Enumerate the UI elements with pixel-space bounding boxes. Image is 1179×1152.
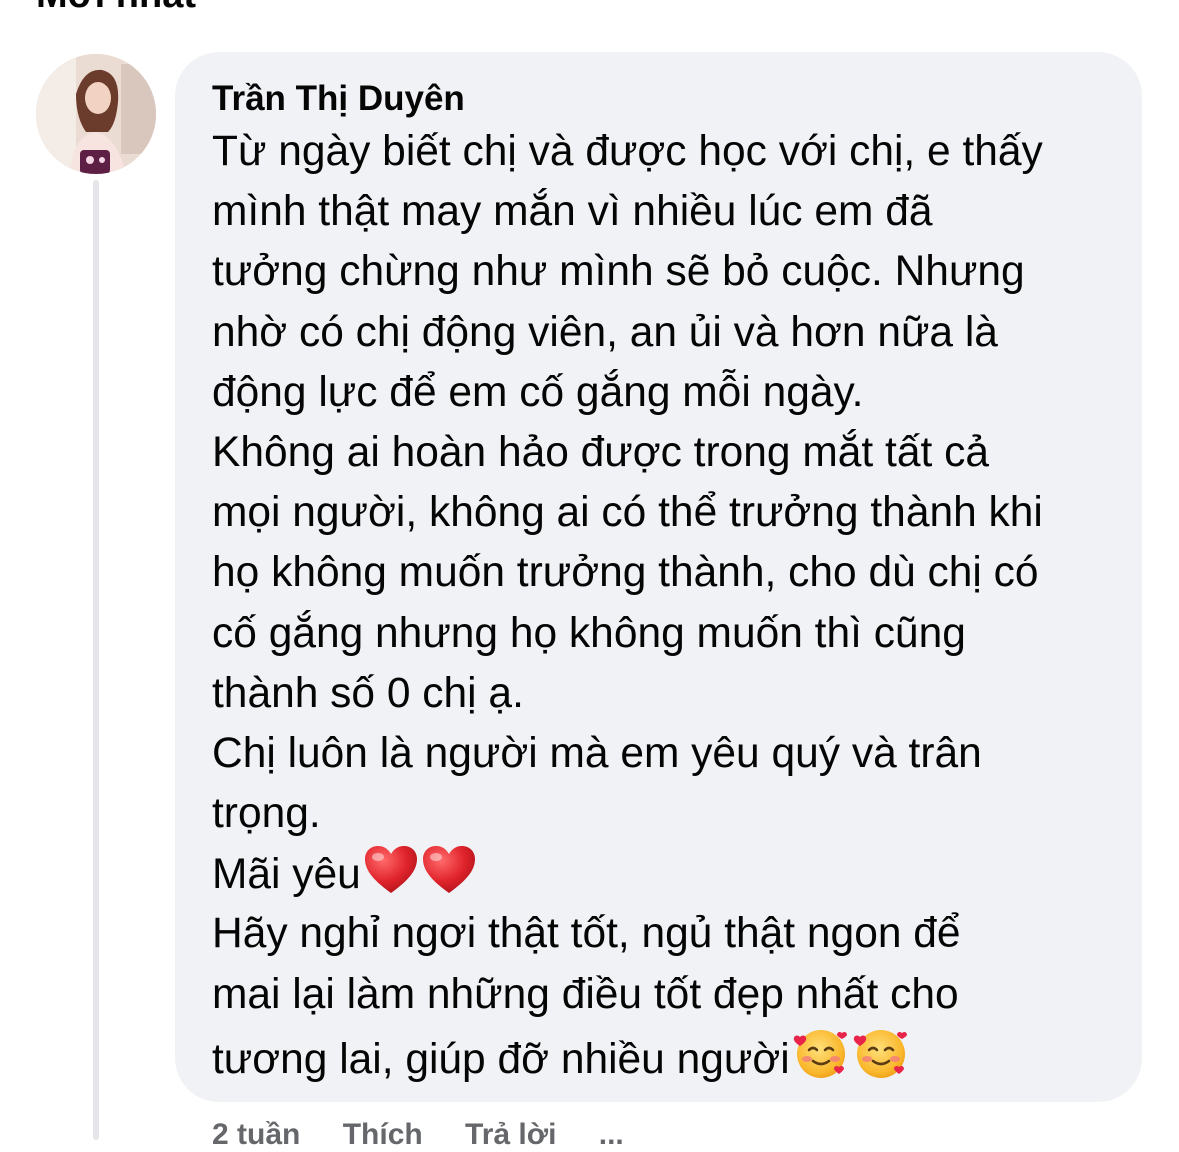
red-heart-icon (363, 844, 419, 896)
comment-line: Từ ngày biết chị và được học với chị, e … (212, 128, 1043, 175)
comment-line: tương lai, giúp đỡ nhiều người (212, 1025, 1118, 1085)
comment-line-text: tương lai, giúp đỡ nhiều người (212, 1035, 790, 1083)
comment-line: mọi người, không ai có thể trưởng thành … (212, 489, 1043, 537)
comment-line: thành số 0 chị ạ. (212, 669, 524, 717)
comment-line: trọng. (212, 790, 321, 838)
comment-line: mai lại làm những điều tốt đẹp nhất cho (212, 970, 959, 1018)
reply-button[interactable]: Trả lời (465, 1118, 556, 1151)
comment-line: mình thật may mắn vì nhiều lúc em đã (212, 188, 933, 236)
red-heart-icon (421, 844, 477, 896)
avatar-photo-icon (36, 54, 156, 174)
comment-line: Mãi yêu (212, 844, 1118, 904)
comment-line-text: Mãi yêu (212, 851, 361, 899)
smiling-face-with-hearts-icon (792, 1025, 850, 1081)
comment-line: họ không muốn trưởng thành, cho dù chị c… (212, 549, 1039, 597)
comment-line: Hãy nghỉ ngơi thật tốt, ngủ thật ngon để (212, 910, 961, 958)
more-button[interactable]: ... (599, 1118, 624, 1151)
comment-text: Từ ngày biết chị và được học với chị, e … (212, 122, 1118, 1085)
comment-line: động lực để em cố gắng mỗi ngày. (212, 368, 864, 416)
smiling-face-with-hearts-icon (852, 1025, 910, 1081)
reply-thread-line (93, 180, 99, 1140)
comment-author[interactable]: Trần Thị Duyên (212, 78, 1118, 120)
comment-line: Chị luôn là người mà em yêu quý và trân (212, 729, 982, 777)
comment-bubble: Trần Thị Duyên Từ ngày biết chị và được … (175, 52, 1142, 1102)
comment-line: nhờ có chị động viên, an ủi và hơn nữa l… (212, 308, 998, 356)
avatar[interactable] (36, 54, 156, 174)
comment-time: 2 tuần (212, 1118, 301, 1151)
comment-line: tưởng chừng như mình sẽ bỏ cuộc. Nhưng (212, 248, 1025, 296)
comment-line: Không ai hoàn hảo được trong mắt tất cả (212, 428, 989, 476)
comment-line: cố gắng nhưng họ không muốn thì cũng (212, 609, 966, 657)
like-button[interactable]: Thích (343, 1118, 423, 1151)
sort-label[interactable]: Mới nhất (36, 0, 196, 17)
comment-actions: 2 tuần Thích Trả lời ... (212, 1118, 658, 1152)
